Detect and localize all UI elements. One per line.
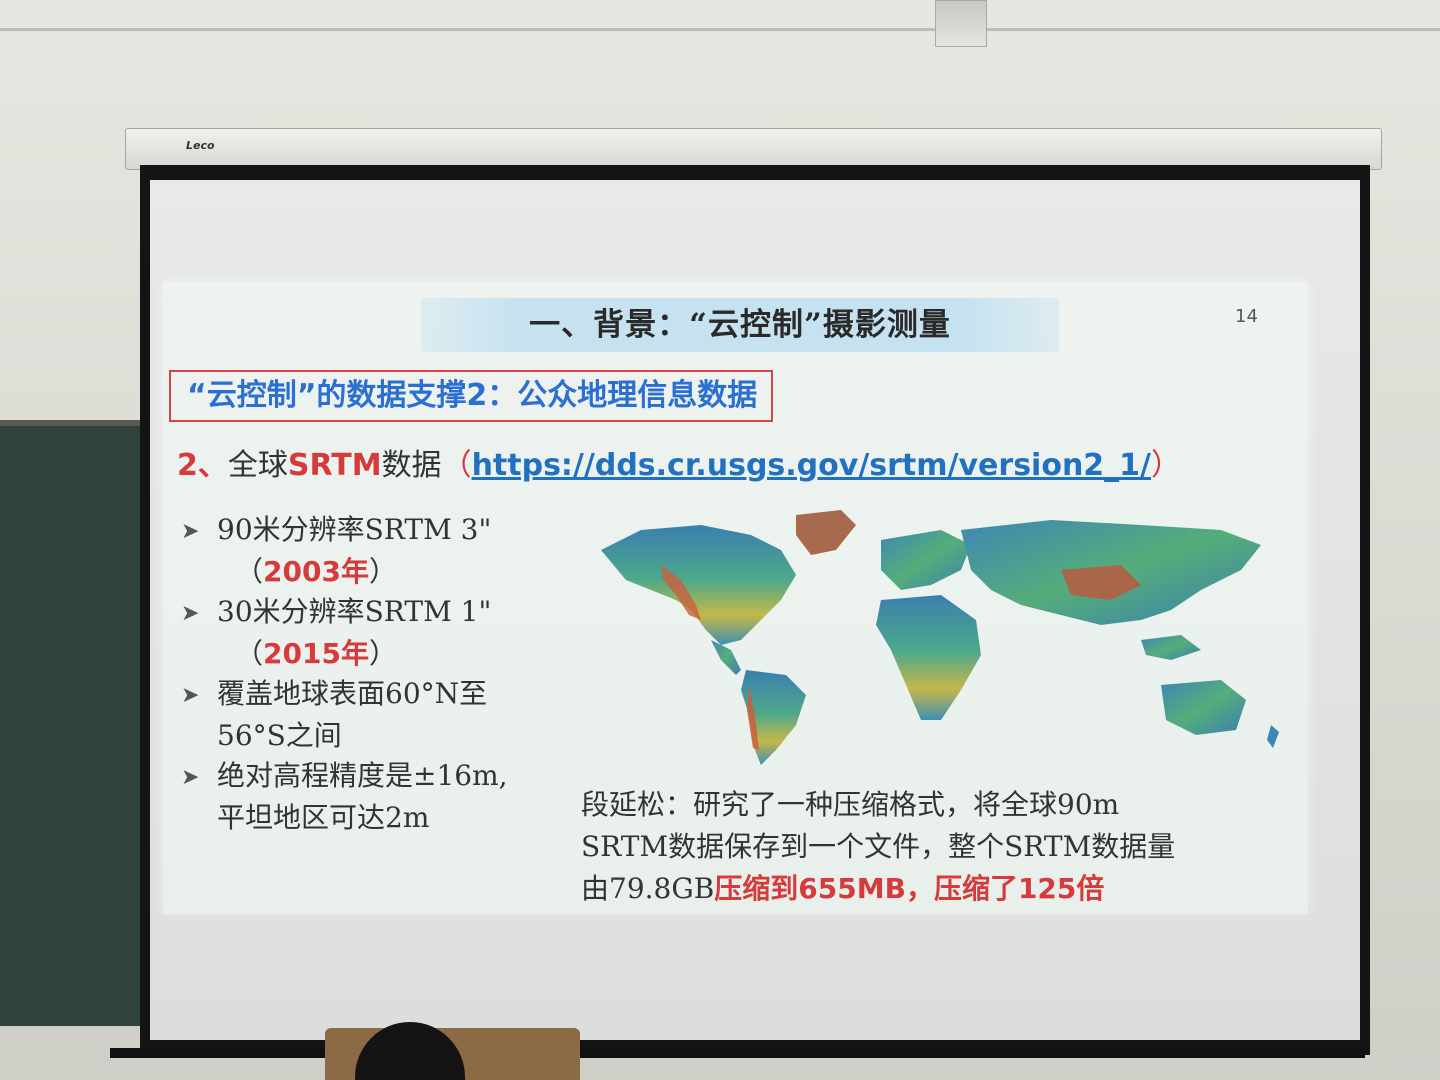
bullet-continuation: 56°S之间 (217, 719, 342, 752)
slide-heading: 2、全球SRTM数据（https://dds.cr.usgs.gov/srtm/… (177, 440, 1181, 484)
arrow-bullet-icon: ➤ (181, 601, 200, 626)
new-zealand-landmass (1267, 725, 1279, 748)
bullet-year: 2015年 (263, 637, 369, 670)
greenland-landmass (796, 510, 856, 555)
north-america-landmass (601, 525, 796, 645)
slide-page-number: 14 (1235, 306, 1258, 327)
heading-prefix: 全球 (227, 448, 288, 483)
note-compression-result: 压缩到655MB，压缩了125倍 (714, 872, 1105, 905)
world-elevation-map (601, 510, 1279, 765)
bullet-item: ➤ 30米分辨率SRTM 1" (181, 592, 581, 634)
ceiling-line (0, 28, 1440, 31)
bullet-sub-open: （ (235, 637, 264, 670)
southeast-asia-islands (1141, 635, 1201, 660)
heading-srtm: SRTM (287, 448, 382, 483)
ceiling-fixture (935, 0, 987, 47)
bullet-text: 90米分辨率SRTM 3" (217, 513, 492, 546)
heading-paren-close: ） (1151, 448, 1182, 483)
heading-suffix: 数据 (381, 448, 442, 483)
srtm-download-link[interactable]: https://dds.cr.usgs.gov/srtm/version2_1/ (472, 448, 1151, 483)
classroom-scene: Leco 一、背景：“云控制”摄影测量 14 “云控制”的数据支撑2：公众地理信… (0, 0, 1440, 1080)
slide-title: 一、背景：“云控制”摄影测量 (421, 298, 1059, 352)
bullet-item: ➤ 90米分辨率SRTM 3" (181, 510, 581, 552)
bullet-item: ➤ 覆盖地球表面60°N至 (181, 674, 581, 716)
europe-landmass (881, 530, 971, 590)
note-line: SRTM数据保存到一个文件，整个SRTM数据量 (581, 830, 1176, 863)
bullet-subline: （2003年） (181, 552, 581, 592)
bullet-sub-close: ） (368, 555, 397, 588)
bullet-sub-open: （ (235, 555, 264, 588)
blackboard (0, 420, 160, 1026)
note-line: 段延松：研究了一种压缩格式，将全球90m (581, 788, 1120, 821)
presentation-slide: 一、背景：“云控制”摄影测量 14 “云控制”的数据支撑2：公众地理信息数据 2… (163, 282, 1308, 914)
screen-brand-logo: Leco (186, 139, 215, 152)
bullet-sub-close: ） (368, 637, 397, 670)
heading-number: 2、 (177, 448, 228, 483)
africa-landmass (876, 595, 981, 720)
arrow-bullet-icon: ➤ (181, 519, 200, 544)
slide-subtitle-box: “云控制”的数据支撑2：公众地理信息数据 (169, 370, 774, 422)
note-size-original: 由79.8GB (581, 872, 715, 905)
arrow-bullet-icon: ➤ (181, 765, 200, 790)
heading-paren-open: （ (441, 448, 472, 483)
projector-screen-case: Leco (125, 128, 1382, 170)
australia-landmass (1161, 680, 1246, 735)
bullet-continuation: 平坦地区可达2m (217, 801, 430, 834)
bullet-item: ➤ 绝对高程精度是±16m, (181, 756, 581, 798)
bullet-text: 绝对高程精度是±16m, (217, 759, 508, 792)
screen-bottom-bar (110, 1048, 1365, 1058)
arrow-bullet-icon: ➤ (181, 683, 200, 708)
bullet-year: 2003年 (263, 555, 369, 588)
bullet-list: ➤ 90米分辨率SRTM 3" （2003年） ➤ 30米分辨率SRTM 1" … (181, 510, 581, 838)
note-line: 由79.8GB压缩到655MB，压缩了125倍 (581, 868, 1301, 910)
note-paragraph: 段延松：研究了一种压缩格式，将全球90m SRTM数据保存到一个文件，整个SRT… (581, 784, 1301, 910)
bullet-text: 30米分辨率SRTM 1" (217, 595, 492, 628)
bullet-text: 覆盖地球表面60°N至 (217, 677, 488, 710)
central-america-landmass (711, 640, 741, 675)
bullet-subline: （2015年） (181, 634, 581, 674)
